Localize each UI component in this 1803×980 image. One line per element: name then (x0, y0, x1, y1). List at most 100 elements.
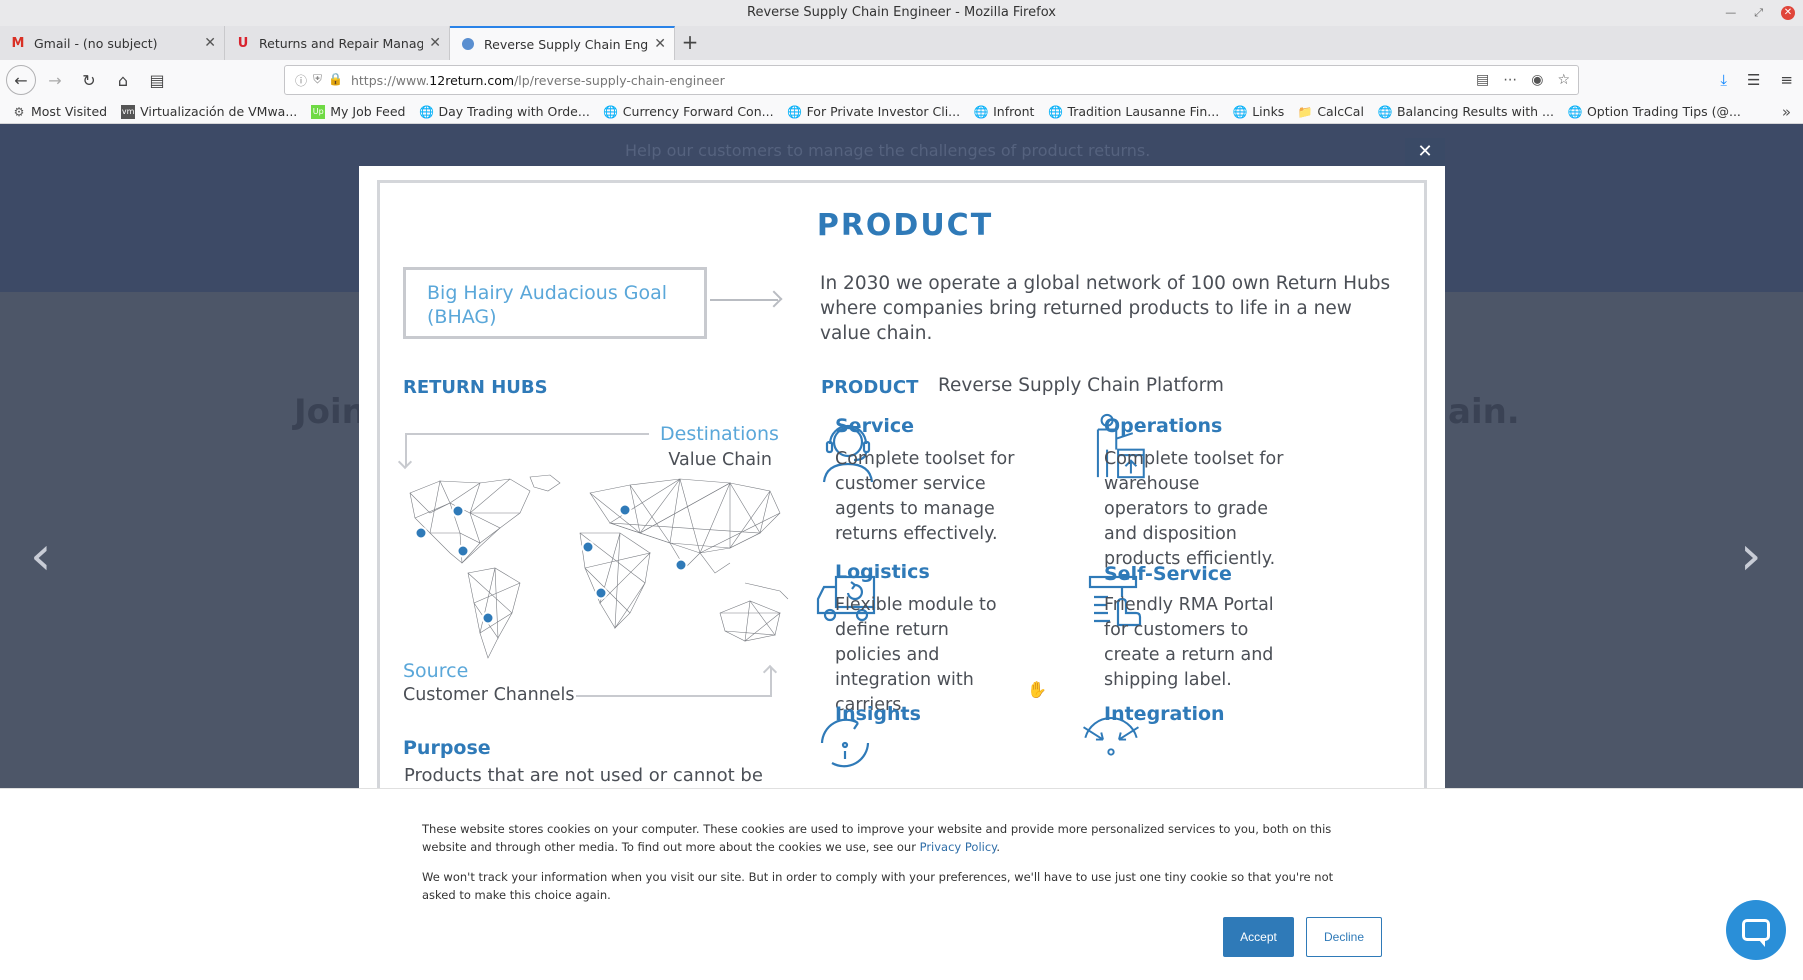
tab-title: Reverse Supply Chain Engin (484, 36, 649, 52)
globe-icon: 🌐 (1047, 104, 1063, 119)
bookmarks-overflow-icon[interactable]: » (1782, 103, 1791, 121)
carousel-prev-icon[interactable]: ‹ (30, 524, 52, 587)
cookie-text-1: These website stores cookies on your com… (422, 822, 1332, 854)
download-icon[interactable]: ⤓ (1720, 71, 1727, 89)
feature-title-insights: Insights (835, 703, 921, 725)
page-actions-icon[interactable]: ⋯ (1503, 72, 1517, 88)
product-label: PRODUCT (821, 377, 919, 398)
maximize-icon[interactable]: ⤢ (1754, 0, 1763, 26)
hero-subtitle: Help our customers to manage the challen… (625, 141, 1151, 160)
product-name: Reverse Supply Chain Platform (938, 375, 1224, 396)
tab-close-icon[interactable]: ✕ (204, 35, 216, 51)
url-text[interactable]: https://www.12return.com/lp/reverse-supp… (351, 73, 725, 88)
reader-view-icon[interactable]: ▤ (1476, 72, 1489, 88)
tab-title: Gmail - (no subject) (34, 35, 158, 51)
bookmark-item[interactable]: 🌐 Balancing Results with ... (1377, 104, 1553, 119)
purpose-heading: Purpose (403, 737, 491, 759)
tab-close-icon[interactable]: ✕ (654, 36, 666, 52)
cookie-text-2: We won't track your information when you… (422, 870, 1334, 902)
home-button[interactable]: ⌂ (108, 65, 138, 95)
bhag-box: Big Hairy Audacious Goal (BHAG) (403, 267, 707, 339)
feature-title-self-service: Self-Service (1104, 563, 1232, 585)
window-controls: — ⤢ ✕ (1725, 0, 1795, 26)
forward-button[interactable]: → (40, 65, 70, 95)
window-titlebar: Reverse Supply Chain Engineer - Mozilla … (0, 0, 1803, 26)
feature-desc-service: Complete toolset for customer service ag… (835, 449, 1015, 544)
globe-icon: 🌐 (1567, 104, 1583, 119)
accept-button[interactable]: Accept (1223, 917, 1294, 957)
globe-icon: 🌐 (1377, 104, 1393, 119)
bookmark-item[interactable]: 🌐 Links (1233, 104, 1285, 119)
bookmark-item[interactable]: vm Virtualización de VMwa... (121, 104, 297, 119)
close-window-icon[interactable]: ✕ (1781, 6, 1795, 20)
value-chain-label: Value Chain (668, 450, 772, 470)
feature-desc-logistics: Flexible module to define return policie… (835, 595, 997, 715)
feature-title-service: Service (835, 415, 914, 437)
tab-gmail[interactable]: M Gmail - (no subject) ✕ (0, 26, 225, 60)
url-bar[interactable]: ⓘ ⛨ 🔒 https://www.12return.com/lp/revers… (284, 65, 1579, 95)
chat-icon (1742, 919, 1770, 947)
tab-returns-repair[interactable]: U Returns and Repair Manage ✕ (225, 26, 450, 60)
world-map-network-icon (409, 474, 789, 659)
back-button[interactable]: ← (6, 65, 36, 95)
tab-close-icon[interactable]: ✕ (429, 35, 441, 51)
bookmark-item[interactable]: 📁 CalcCal (1298, 104, 1364, 119)
sidebar-button[interactable]: ▤ (142, 65, 172, 95)
bookmark-item[interactable]: 🌐 Option Trading Tips (@... (1567, 104, 1740, 119)
bhag-text: In 2030 we operate a global network of 1… (820, 273, 1391, 344)
tab-bar: M Gmail - (no subject) ✕ U Returns and R… (0, 26, 1803, 60)
arrow-up-icon (770, 667, 772, 697)
bookmark-item[interactable]: 🌐 Day Trading with Orde... (419, 104, 590, 119)
feature-title-integration: Integration (1104, 703, 1225, 725)
bookmark-item[interactable]: 🌐 Tradition Lausanne Fin... (1048, 104, 1219, 119)
navigation-toolbar: ← → ↻ ⌂ ▤ ⓘ ⛨ 🔒 https://www.12return.com… (0, 60, 1803, 100)
customer-channels-label: Customer Channels (403, 685, 575, 705)
globe-icon: 🌐 (787, 104, 803, 119)
minimize-icon[interactable]: — (1725, 0, 1736, 26)
pocket-icon[interactable]: ◉ (1531, 72, 1543, 88)
feature-desc-operations: Complete toolset for warehouse operators… (1104, 449, 1284, 569)
window-title: Reverse Supply Chain Engineer - Mozilla … (747, 5, 1056, 20)
bookmarks-toolbar: ⚙ Most Visited vm Virtualización de VMwa..… (0, 100, 1803, 124)
vm-icon: vm (121, 104, 136, 119)
hamburger-menu-icon[interactable]: ≡ (1780, 71, 1793, 89)
bhag-label: Big Hairy Audacious Goal (BHAG) (427, 282, 668, 328)
bookmark-star-icon[interactable]: ☆ (1557, 72, 1570, 88)
modal-close-button[interactable]: ✕ (1405, 138, 1445, 166)
tab-title: Returns and Repair Manage (259, 35, 424, 51)
globe-icon: 🌐 (603, 104, 619, 119)
bookmark-item[interactable]: ⚙ Most Visited (12, 104, 107, 119)
arrow-right-icon (710, 299, 778, 301)
carousel-next-icon[interactable]: › (1740, 524, 1762, 587)
destinations-label: Destinations (660, 423, 779, 445)
globe-icon: 🌐 (419, 104, 434, 119)
url-actions: ▤ ⋯ ◉ ☆ (1476, 72, 1570, 88)
bookmark-item[interactable]: 🌐 For Private Investor Cli... (787, 104, 960, 119)
bookmark-item[interactable]: 🌐 Currency Forward Con... (603, 104, 773, 119)
feature-title-logistics: Logistics (835, 561, 930, 583)
lock-icon[interactable]: 🔒 (328, 72, 343, 89)
new-tab-button[interactable]: + (675, 26, 705, 60)
bookmark-item[interactable]: 🌐 Infront (973, 104, 1035, 119)
library-icon[interactable]: ☰ (1747, 71, 1760, 89)
product-modal: PRODUCT Big Hairy Audacious Goal (BHAG) … (359, 166, 1445, 788)
bookmark-item[interactable]: Up My Job Feed (311, 104, 406, 119)
reload-button[interactable]: ↻ (74, 65, 104, 95)
hand-cursor-icon: ✋ (1027, 680, 1047, 699)
toolbar-right: ⤓ ☰ ≡ (1720, 60, 1793, 100)
tab-reverse-supply-chain[interactable]: Reverse Supply Chain Engin ✕ (450, 26, 675, 60)
modal-title: PRODUCT (816, 208, 994, 243)
arrow-down-icon (405, 433, 407, 467)
privacy-policy-link[interactable]: Privacy Policy (920, 840, 997, 854)
decline-button[interactable]: Decline (1306, 917, 1382, 957)
hero-heading-left: Join (294, 392, 366, 432)
chat-widget-button[interactable] (1726, 900, 1786, 960)
info-icon[interactable]: ⓘ (295, 72, 307, 89)
feature-desc-self-service: Friendly RMA Portal for customers to cre… (1104, 595, 1274, 690)
upwork-icon: Up (311, 104, 326, 119)
globe-icon: 🌐 (973, 104, 989, 119)
globe-icon (460, 36, 476, 52)
flow-line-top (405, 433, 649, 435)
tracking-shield-icon[interactable]: ⛨ (313, 72, 322, 89)
return-hubs-heading: RETURN HUBS (403, 377, 548, 398)
